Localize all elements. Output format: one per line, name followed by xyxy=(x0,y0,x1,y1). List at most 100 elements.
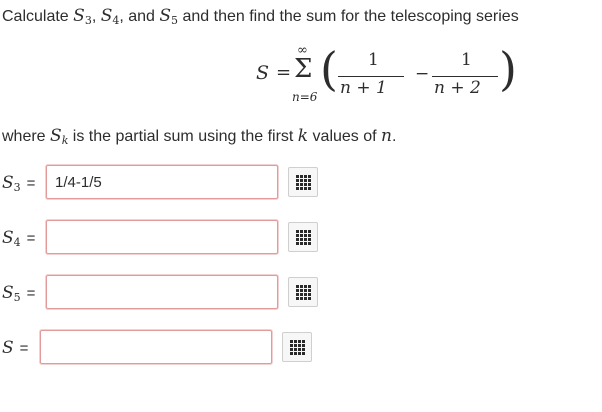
formula-minus: − xyxy=(415,64,430,84)
s3-answer-input[interactable] xyxy=(46,165,278,199)
keypad-grid-icon xyxy=(296,285,311,300)
keypad-grid-cell xyxy=(300,187,303,190)
keypad-grid-icon xyxy=(296,230,311,245)
keypad-grid-cell xyxy=(298,344,301,347)
keypad-grid-cell xyxy=(294,344,297,347)
keypad-grid-cell xyxy=(290,344,293,347)
term2-fraction-bar xyxy=(432,76,498,77)
formula-lhs: S xyxy=(256,62,270,84)
term1-fraction-bar xyxy=(338,76,404,77)
keypad-grid-cell xyxy=(308,297,311,300)
s5-keypad-button[interactable] xyxy=(288,277,318,307)
keypad-grid-cell xyxy=(296,230,299,233)
term1-denominator: n + 1 xyxy=(340,78,387,98)
answer-label-s4: S4 = xyxy=(2,228,36,249)
keypad-grid-cell xyxy=(294,352,297,355)
sigma-symbol: Σ xyxy=(294,54,313,84)
keypad-grid-cell xyxy=(308,183,311,186)
keypad-grid-cell xyxy=(296,289,299,292)
keypad-grid-cell xyxy=(308,238,311,241)
keypad-grid-cell xyxy=(308,230,311,233)
answer-label-s: S = xyxy=(2,338,29,358)
keypad-grid-cell xyxy=(296,293,299,296)
question-suffix: and then find the sum for the telescopin… xyxy=(178,8,519,25)
formula-equals: = xyxy=(276,62,292,83)
keypad-grid-cell xyxy=(300,238,303,241)
keypad-grid-cell xyxy=(302,340,305,343)
keypad-grid-cell xyxy=(308,234,311,237)
keypad-grid-cell xyxy=(290,348,293,351)
keypad-grid-cell xyxy=(304,183,307,186)
sk-symbol: Sk xyxy=(50,126,69,147)
s4-keypad-button[interactable] xyxy=(288,222,318,252)
keypad-grid-cell xyxy=(300,234,303,237)
keypad-grid-cell xyxy=(308,242,311,245)
keypad-grid-cell xyxy=(300,293,303,296)
where-text: where Sk is the partial sum using the fi… xyxy=(2,126,397,147)
s-answer-input[interactable] xyxy=(40,330,272,364)
keypad-grid-cell xyxy=(302,348,305,351)
keypad-grid-cell xyxy=(304,179,307,182)
s3-keypad-button[interactable] xyxy=(288,167,318,197)
keypad-grid-cell xyxy=(294,348,297,351)
keypad-grid-cell xyxy=(300,297,303,300)
n-symbol: n xyxy=(381,126,392,146)
keypad-grid-cell xyxy=(304,242,307,245)
keypad-grid-cell xyxy=(304,230,307,233)
series-formula: S = ∞ Σ n=6 ( 1 n + 1 − 1 n + 2 ) xyxy=(250,42,530,110)
keypad-grid-cell xyxy=(300,289,303,292)
term2-numerator: 1 xyxy=(461,50,472,70)
keypad-grid-cell xyxy=(304,285,307,288)
keypad-grid-cell xyxy=(308,289,311,292)
keypad-grid-cell xyxy=(300,175,303,178)
keypad-grid-cell xyxy=(308,293,311,296)
sigma-lower-limit: n=6 xyxy=(292,90,318,104)
keypad-grid-cell xyxy=(296,175,299,178)
keypad-grid-cell xyxy=(296,238,299,241)
keypad-grid-cell xyxy=(308,175,311,178)
keypad-grid-cell xyxy=(300,242,303,245)
keypad-grid-cell xyxy=(290,340,293,343)
keypad-grid-cell xyxy=(296,285,299,288)
keypad-grid-cell xyxy=(302,352,305,355)
s4-answer-input[interactable] xyxy=(46,220,278,254)
keypad-grid-cell xyxy=(304,238,307,241)
keypad-grid-cell xyxy=(304,175,307,178)
keypad-grid-cell xyxy=(304,187,307,190)
term1-numerator: 1 xyxy=(368,50,379,70)
s5-answer-input[interactable] xyxy=(46,275,278,309)
s5-symbol: S5 xyxy=(159,6,179,27)
answer-row-s3: S3 = xyxy=(0,165,602,203)
keypad-grid-cell xyxy=(308,179,311,182)
open-paren: ( xyxy=(320,42,338,96)
s4-symbol: S4 xyxy=(100,6,120,27)
k-symbol: k xyxy=(297,126,309,146)
answer-row-s5: S5 = xyxy=(0,275,602,313)
keypad-grid-cell xyxy=(300,230,303,233)
keypad-grid-icon xyxy=(296,175,311,190)
answer-label-s5: S5 = xyxy=(2,283,36,304)
keypad-grid-cell xyxy=(300,183,303,186)
keypad-grid-cell xyxy=(296,234,299,237)
question-prefix: Calculate xyxy=(2,8,74,25)
answer-label-s3: S3 = xyxy=(2,173,36,194)
s-keypad-button[interactable] xyxy=(282,332,312,362)
keypad-grid-cell xyxy=(300,179,303,182)
keypad-grid-cell xyxy=(298,352,301,355)
answer-row-s: S = xyxy=(0,330,602,368)
keypad-grid-cell xyxy=(296,187,299,190)
keypad-grid-cell xyxy=(296,183,299,186)
answer-row-s4: S4 = xyxy=(0,220,602,258)
keypad-grid-cell xyxy=(296,179,299,182)
keypad-grid-cell xyxy=(304,293,307,296)
question-text: Calculate S3, S4, and S5 and then find t… xyxy=(2,6,519,27)
keypad-grid-cell xyxy=(298,340,301,343)
keypad-grid-cell xyxy=(304,297,307,300)
keypad-grid-cell xyxy=(290,352,293,355)
keypad-grid-cell xyxy=(302,344,305,347)
keypad-grid-cell xyxy=(296,242,299,245)
keypad-grid-cell xyxy=(296,297,299,300)
keypad-grid-cell xyxy=(298,348,301,351)
s3-symbol: S3 xyxy=(73,6,92,27)
keypad-grid-cell xyxy=(308,187,311,190)
